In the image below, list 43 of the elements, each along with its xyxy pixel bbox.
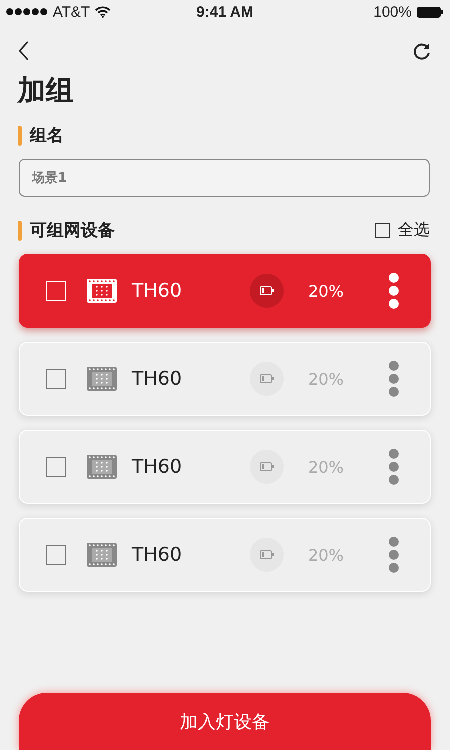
battery-percent: 100%: [374, 4, 412, 20]
back-icon[interactable]: [18, 41, 30, 61]
battery-icon: [250, 362, 284, 396]
device-name: TH60: [132, 456, 182, 478]
checkbox[interactable]: [46, 369, 66, 389]
light-panel-icon: [86, 454, 118, 480]
light-panel-icon: [86, 542, 118, 568]
battery-icon: [417, 6, 444, 18]
more-icon[interactable]: [388, 272, 400, 310]
battery-percent: 20%: [308, 370, 344, 388]
page-title: 加组: [18, 73, 75, 109]
battery-icon: [250, 274, 284, 308]
section-title: 组名: [30, 125, 64, 147]
battery-percent: 20%: [308, 282, 344, 300]
add-device-button[interactable]: 加入灯设备: [19, 693, 431, 750]
more-icon[interactable]: [388, 536, 400, 574]
device-card[interactable]: TH60 20%: [19, 518, 431, 592]
device-name: TH60: [132, 368, 182, 390]
status-time: 9:41 AM: [196, 4, 254, 20]
wifi-icon: [95, 6, 112, 18]
device-card[interactable]: TH60 20%: [19, 342, 431, 416]
battery-icon: [250, 450, 284, 484]
device-name: TH60: [132, 280, 182, 302]
checkbox[interactable]: [46, 545, 66, 565]
device-card[interactable]: TH60 20%: [19, 254, 431, 328]
section-marker: [18, 126, 22, 146]
light-panel-icon: [86, 278, 118, 304]
select-all-label[interactable]: 全选: [398, 220, 430, 241]
signal-icon: [6, 8, 48, 16]
battery-percent: 20%: [308, 546, 344, 564]
carrier-name: AT&T: [53, 4, 90, 20]
more-icon[interactable]: [388, 360, 400, 398]
more-icon[interactable]: [388, 448, 400, 486]
checkbox[interactable]: [375, 223, 390, 238]
battery-percent: 20%: [308, 458, 344, 476]
section-marker: [18, 220, 22, 240]
device-name: TH60: [132, 544, 182, 566]
light-panel-icon: [86, 366, 118, 392]
battery-icon: [250, 538, 284, 572]
checkbox[interactable]: [46, 457, 66, 477]
refresh-icon[interactable]: [412, 41, 432, 61]
device-card[interactable]: TH60 20%: [19, 430, 431, 504]
section-title: 可组网设备: [30, 220, 115, 242]
